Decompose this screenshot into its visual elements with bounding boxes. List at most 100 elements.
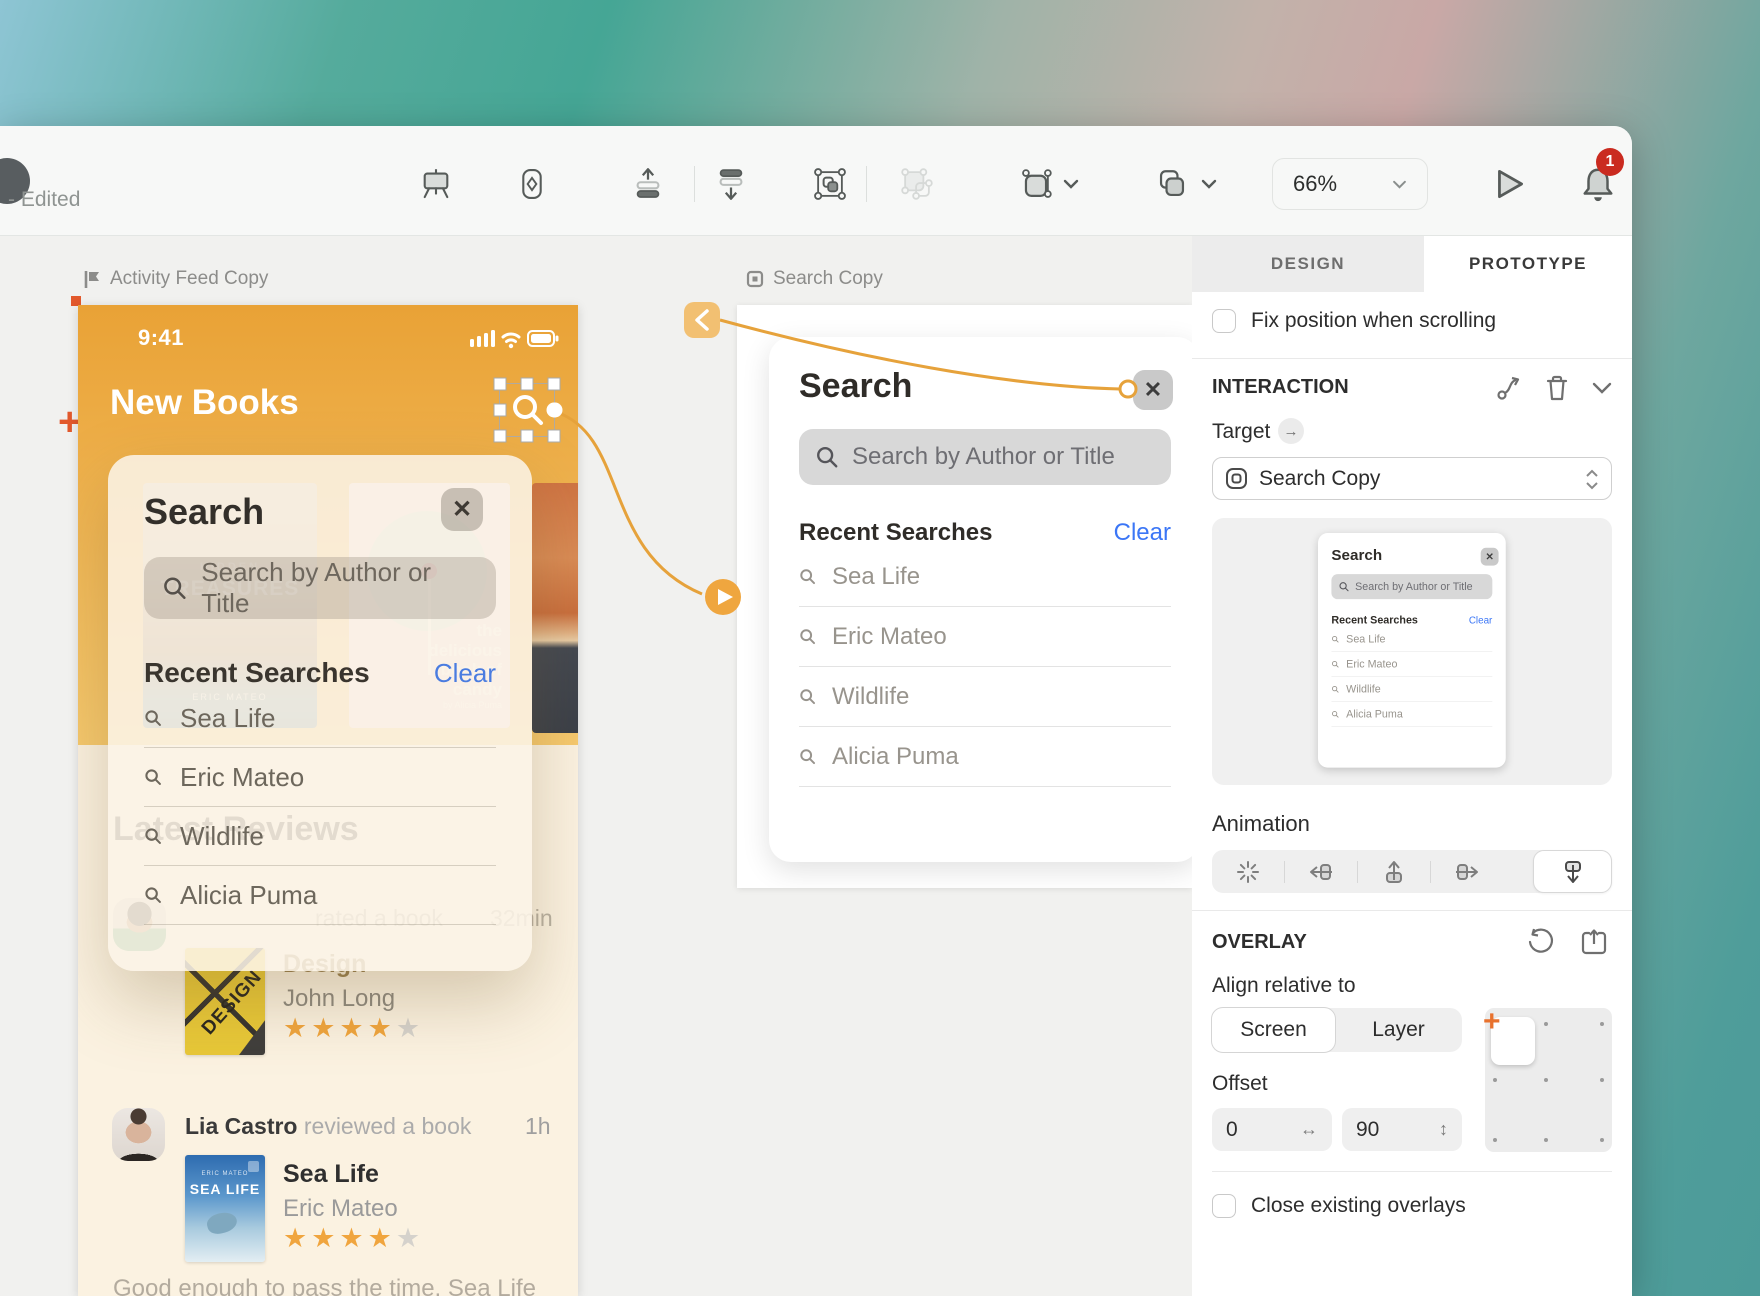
target-preview-thumbnail: Search ✕ Search by Author or Title Recen… [1212,518,1612,785]
review-time: 1h [525,1113,551,1140]
recent-search-item[interactable]: Sea Life [144,689,496,748]
review-snippet: Good enough to pass the time. Sea Life [113,1275,553,1296]
divider [1212,1171,1612,1172]
avatar [112,1108,165,1161]
notifications-bell[interactable]: 1 [1574,160,1622,208]
close-existing-checkbox-row[interactable]: Close existing overlays [1212,1194,1466,1218]
recent-search-item[interactable]: Wildlife [799,667,1171,727]
animation-control [1212,850,1612,893]
selected-search-icon[interactable] [499,383,555,437]
delete-interaction-icon[interactable] [1544,374,1570,402]
overlay-position-widget[interactable]: + [1485,1008,1612,1152]
search-icon [1339,581,1350,592]
animation-push-down-selected[interactable] [1533,850,1612,893]
animation-push-right[interactable] [1431,860,1503,884]
search-icon [799,688,816,705]
status-time: 9:41 [138,325,184,351]
target-select[interactable]: Search Copy [1212,457,1612,500]
zoom-dropdown[interactable]: 66% [1272,158,1428,210]
connection-icon[interactable] [1495,374,1523,402]
prototype-connector-dot[interactable] [547,403,562,418]
offset-x-input[interactable]: 0↔ [1212,1108,1332,1151]
boolean-group-icon[interactable] [1148,160,1196,208]
frame-preset-icon[interactable] [1012,160,1060,208]
open-overlay-icon[interactable] [1580,928,1608,956]
frame-search-copy[interactable]: Search ✕ Search by Author or Title Recen… [737,305,1192,888]
push-down-icon [1561,859,1585,885]
send-backward-icon[interactable] [707,160,755,208]
present-easel-icon[interactable] [412,160,460,208]
recent-search-item[interactable]: Sea Life [799,547,1171,607]
selection-handle[interactable] [521,378,534,391]
checkbox-unchecked[interactable] [1212,1194,1236,1218]
chevron-down-icon[interactable] [1058,160,1084,208]
chevron-down-icon [1392,180,1407,189]
close-button[interactable]: ✕ [441,488,483,531]
book-author: John Long [283,985,395,1013]
phone-search-overlay: Search ✕ Search by Author or Title Recen… [108,455,532,971]
phone-header-title: New Books [110,383,299,423]
recent-search-item[interactable]: Alicia Puma [799,727,1171,787]
wire-back-badge [684,302,720,338]
status-icons [470,327,560,349]
push-left-icon [1307,860,1335,884]
frame-label-activity-feed[interactable]: Activity Feed Copy [84,268,268,290]
search-icon [799,568,816,585]
selection-handle[interactable] [494,404,507,417]
selection-handle[interactable] [548,378,561,391]
animation-dissolve[interactable] [1212,860,1284,884]
animation-label: Animation [1212,811,1310,837]
play-button[interactable] [1486,160,1534,208]
selection-handle[interactable] [494,430,507,443]
overlay-position-chip[interactable]: + [1491,1017,1535,1065]
chevron-down-icon[interactable] [1592,382,1612,395]
tab-prototype[interactable]: PROTOTYPE [1424,236,1632,292]
group-selection-icon[interactable] [806,160,854,208]
edited-status: - Edited [8,188,80,212]
overlay-section-title: OVERLAY [1212,931,1307,954]
recent-searches-title: Recent Searches [799,519,992,547]
reset-icon[interactable] [1526,928,1554,956]
tab-design[interactable]: DESIGN [1192,236,1424,292]
checkbox-unchecked[interactable] [1212,309,1236,333]
divider [1192,358,1632,359]
recent-search-item[interactable]: Eric Mateo [799,607,1171,667]
component-variant-icon[interactable] [508,160,556,208]
app-window: - Edited [0,126,1632,1296]
canvas[interactable]: Activity Feed Copy Search Copy + 9:41 [0,236,1192,1296]
search-input[interactable]: Search by Author or Title [144,557,496,619]
frame-activity-feed[interactable]: 9:41 New Books HIDDEN TREASURES ERIC MAT… [78,305,578,1296]
ungroup-icon [893,160,941,208]
offset-y-input[interactable]: 90↕ [1342,1108,1462,1151]
close-button[interactable]: ✕ [1133,370,1173,410]
clear-link[interactable]: Clear [434,658,496,689]
frame-label-search-copy[interactable]: Search Copy [746,268,883,290]
align-segmented-control: Screen Layer [1212,1008,1462,1052]
align-option-layer[interactable]: Layer [1335,1008,1462,1052]
selection-handle[interactable] [494,378,507,391]
bring-forward-icon[interactable] [624,160,672,208]
zoom-level: 66% [1293,171,1337,197]
animation-push-left[interactable] [1285,860,1357,884]
align-option-screen[interactable]: Screen [1211,1007,1336,1053]
recent-search-item[interactable]: Alicia Puma [144,866,496,925]
animation-push-up[interactable] [1358,859,1430,885]
search-card: Search ✕ Search by Author or Title Recen… [769,337,1192,862]
search-input[interactable]: Search by Author or Title [799,429,1171,485]
toolbar-divider [694,166,695,202]
target-arrow-icon[interactable]: → [1278,418,1304,444]
notification-badge: 1 [1596,148,1624,176]
search-icon [799,748,816,765]
recent-searches-title: Recent Searches [144,657,370,689]
selection-handle[interactable] [521,430,534,443]
stepper-icon[interactable] [1585,469,1599,490]
inspector-tabs: DESIGN PROTOTYPE [1192,236,1632,292]
star-rating: ★★★★★ [283,1013,424,1044]
clear-link[interactable]: Clear [1114,519,1171,547]
recent-search-item[interactable]: Eric Mateo [144,748,496,807]
recent-search-item[interactable]: Wildlife [144,807,496,866]
fix-position-checkbox-row[interactable]: Fix position when scrolling [1212,309,1496,333]
chevron-down-icon[interactable] [1196,160,1222,208]
search-icon [144,768,162,786]
selection-handle[interactable] [548,430,561,443]
